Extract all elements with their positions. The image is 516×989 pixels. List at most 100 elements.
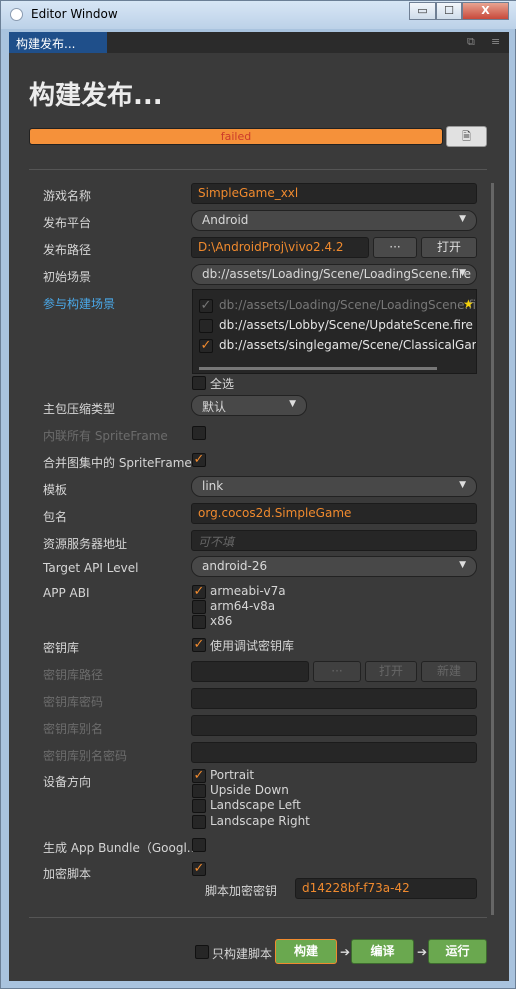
path-browse-button[interactable]: ···: [373, 237, 417, 258]
abi-checkbox-2[interactable]: [192, 615, 206, 629]
divider: [29, 917, 487, 918]
orientation-label-0: Portrait: [210, 768, 255, 782]
orientation-label-2: Landscape Left: [210, 798, 301, 812]
app-icon: [10, 8, 23, 21]
api-label: Target API Level: [43, 561, 139, 575]
template-label: 模板: [43, 483, 68, 497]
server-input[interactable]: 可不填: [191, 530, 477, 551]
scene-checkbox-0[interactable]: ✓: [199, 299, 213, 313]
inline-sf-label: 内联所有 SpriteFrame: [43, 429, 168, 443]
menu-icon[interactable]: ≡: [491, 35, 500, 48]
path-open-button[interactable]: 打开: [421, 237, 477, 258]
abi-label-0: armeabi-v7a: [210, 584, 286, 598]
keystore-debug-checkbox[interactable]: ✓: [192, 638, 206, 652]
scrollbar[interactable]: [491, 183, 494, 923]
orientation-checkbox-0[interactable]: ✓: [192, 769, 206, 783]
start-scene-label: 初始场景: [43, 270, 92, 284]
ks-alias-input[interactable]: [191, 715, 477, 736]
chevron-down-icon: ▼: [289, 399, 296, 409]
scene-checkbox-1[interactable]: [199, 319, 213, 333]
bundle-checkbox[interactable]: [192, 838, 206, 852]
compress-select[interactable]: 默认 ▼: [191, 395, 307, 416]
game-name-input[interactable]: SimpleGame_xxl: [191, 183, 477, 204]
select-all-checkbox[interactable]: [192, 376, 206, 390]
abi-checkbox-0[interactable]: ✓: [192, 585, 206, 599]
abi-checkbox-1[interactable]: [192, 600, 206, 614]
only-script-label: 只构建脚本: [212, 947, 273, 961]
arrow-right-icon: ➔: [417, 945, 428, 959]
popout-icon[interactable]: ⧉: [467, 35, 475, 49]
maximize-button[interactable]: ☐: [436, 2, 462, 20]
keystore-label: 密钥库: [43, 641, 80, 655]
api-select[interactable]: android-26 ▼: [191, 556, 477, 577]
package-input[interactable]: org.cocos2d.SimpleGame: [191, 503, 477, 524]
encrypt-key-input[interactable]: d14228bf-f73a-42: [295, 878, 477, 899]
ks-open-button[interactable]: 打开: [365, 661, 417, 682]
ks-path-label: 密钥库路径: [43, 668, 104, 682]
template-select[interactable]: link ▼: [191, 476, 477, 497]
scenes-list: ✓ db://assets/Loading/Scene/LoadingScene…: [192, 289, 477, 374]
ks-alias-label: 密钥库别名: [43, 722, 104, 736]
keystore-debug-label: 使用调试密钥库: [210, 639, 295, 653]
compress-label: 主包压缩类型: [43, 402, 116, 416]
scene-checkbox-2[interactable]: ✓: [199, 339, 213, 353]
orientation-checkbox-2[interactable]: [192, 799, 206, 813]
start-scene-select[interactable]: db://assets/Loading/Scene/LoadingScene.f…: [191, 264, 477, 285]
chevron-down-icon: ▼: [459, 268, 466, 278]
orientation-checkbox-3[interactable]: [192, 815, 206, 829]
tab-build[interactable]: 构建发布...: [9, 32, 107, 53]
title-bar: Editor Window ▭ ☐ X: [1, 1, 516, 29]
encrypt-label: 加密脚本: [43, 867, 92, 881]
abi-label: APP ABI: [43, 586, 90, 600]
select-all-label: 全选: [210, 377, 235, 391]
open-log-button[interactable]: 🗎: [446, 126, 487, 147]
ks-pwd-input[interactable]: [191, 688, 477, 709]
encrypt-key-label: 脚本加密密钥: [205, 884, 278, 898]
action-bar: 只构建脚本 构建 ➔ 编译 ➔ 运行: [9, 915, 509, 981]
chevron-down-icon: ▼: [459, 214, 466, 224]
ks-path-input[interactable]: [191, 661, 309, 682]
ks-alias-pwd-input[interactable]: [191, 742, 477, 763]
build-button[interactable]: 构建: [275, 939, 337, 964]
ks-new-button[interactable]: 新建: [421, 661, 477, 682]
page-title: 构建发布...: [29, 81, 163, 111]
package-label: 包名: [43, 510, 68, 524]
ks-alias-pwd-label: 密钥库别名密码: [43, 749, 128, 763]
inline-sf-checkbox[interactable]: [192, 426, 206, 440]
orientation-label-1: Upside Down: [210, 783, 289, 797]
editor-window: Editor Window ▭ ☐ X 构建发布... ⧉ ≡ 构建发布... …: [0, 0, 516, 989]
merge-sf-checkbox[interactable]: ✓: [192, 453, 206, 467]
merge-sf-label: 合并图集中的 SpriteFrame: [43, 456, 192, 470]
chevron-down-icon: ▼: [459, 480, 466, 490]
build-progress: failed: [29, 128, 443, 145]
orientation-checkbox-1[interactable]: [192, 784, 206, 798]
game-name-label: 游戏名称: [43, 189, 92, 203]
scenes-label[interactable]: 参与构建场景: [43, 295, 115, 312]
abi-label-2: x86: [210, 614, 233, 628]
tab-bar: 构建发布... ⧉ ≡: [9, 32, 509, 53]
encrypt-checkbox[interactable]: ✓: [192, 862, 206, 876]
platform-select[interactable]: Android ▼: [191, 210, 477, 231]
close-button[interactable]: X: [462, 2, 509, 20]
ks-pwd-label: 密钥库密码: [43, 695, 104, 709]
build-panel: 构建发布... failed 🗎 游戏名称 SimpleGame_xxl 发布平…: [9, 53, 509, 981]
horizontal-scrollbar[interactable]: [199, 367, 437, 370]
only-script-checkbox[interactable]: [195, 945, 209, 959]
divider: [29, 169, 487, 170]
server-label: 资源服务器地址: [43, 537, 128, 551]
arrow-right-icon: ➔: [340, 945, 351, 959]
run-button[interactable]: 运行: [428, 939, 487, 964]
orientation-label: 设备方向: [43, 775, 92, 789]
compile-button[interactable]: 编译: [351, 939, 414, 964]
ks-browse-button[interactable]: ···: [313, 661, 361, 682]
orientation-label-3: Landscape Right: [210, 814, 310, 828]
progress-text: failed: [220, 130, 252, 143]
minimize-button[interactable]: ▭: [409, 2, 436, 20]
star-icon: ★: [463, 297, 474, 311]
path-input[interactable]: D:\AndroidProj\vivo2.4.2: [191, 237, 369, 258]
platform-label: 发布平台: [43, 216, 92, 230]
chevron-down-icon: ▼: [459, 560, 466, 570]
log-file-icon: 🗎: [462, 130, 471, 143]
abi-label-1: arm64-v8a: [210, 599, 276, 613]
path-label: 发布路径: [43, 243, 92, 257]
